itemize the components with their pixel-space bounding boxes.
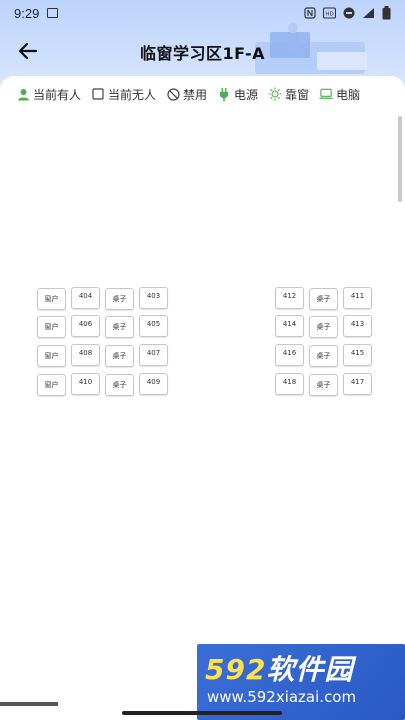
seat-413[interactable]: 413: [343, 315, 372, 337]
page-title: 临窗学习区1F-A: [139, 44, 266, 63]
seat-415[interactable]: 415: [343, 344, 372, 366]
navigation-bar: 临窗学习区1F-A: [0, 32, 405, 70]
desk-cell: 桌子: [309, 374, 338, 396]
status-icons: HD: [304, 6, 391, 20]
seat-403[interactable]: 403: [139, 287, 168, 309]
seat-412[interactable]: 412: [275, 287, 304, 309]
desk-cell: 桌子: [309, 316, 338, 338]
watermark-url: www.592xiazai.com: [207, 688, 357, 706]
desk-cell: 桌子: [105, 288, 134, 310]
watermark-brand-number: 592: [205, 653, 267, 686]
status-time: 9:29: [14, 5, 40, 21]
seat-411[interactable]: 411: [343, 287, 372, 309]
legend-disabled: 禁用: [166, 86, 207, 103]
desk-cell: 桌子: [105, 374, 134, 396]
signal-icon: [363, 8, 374, 18]
seat-408[interactable]: 408: [71, 344, 100, 366]
empty-square-icon: [92, 88, 104, 100]
legend-label: 电脑: [336, 87, 361, 102]
sun-icon: [268, 87, 282, 101]
legend-label: 电源: [234, 87, 259, 102]
seat-map: 窗户 404 桌子 403 窗户 406 桌子 405 窗户 408 桌子 40…: [0, 112, 405, 708]
laptop-icon: [319, 88, 333, 99]
window-cell: 窗户: [37, 288, 66, 310]
ban-icon: [166, 87, 180, 101]
legend-vacant: 当前无人: [91, 86, 156, 103]
dnd-icon: [343, 7, 355, 19]
person-icon: [17, 88, 29, 100]
watermark-brand: 592软件园: [205, 648, 353, 688]
legend-computer: 电脑: [319, 86, 360, 103]
seat-405[interactable]: 405: [139, 315, 168, 337]
legend-window: 靠窗: [268, 86, 309, 103]
status-bar: 9:29 HD: [0, 0, 405, 26]
legend-occupied: 当前有人: [16, 86, 81, 103]
battery-icon: [382, 6, 391, 20]
plug-icon: [220, 87, 229, 101]
legend-label: 当前有人: [33, 87, 82, 102]
seat-legend: 当前有人 当前无人 禁用 电源 靠窗 电脑: [0, 76, 405, 112]
home-indicator[interactable]: [122, 711, 282, 715]
seat-404[interactable]: 404: [71, 287, 100, 309]
legend-label: 当前无人: [108, 87, 157, 102]
site-watermark: 592软件园 www.592xiazai.com: [197, 644, 405, 720]
legend-label: 靠窗: [285, 87, 310, 102]
desk-cell: 桌子: [309, 288, 338, 310]
seat-409[interactable]: 409: [139, 373, 168, 395]
seat-416[interactable]: 416: [275, 344, 304, 366]
desk-cell: 桌子: [105, 316, 134, 338]
seat-406[interactable]: 406: [71, 315, 100, 337]
seat-410[interactable]: 410: [71, 373, 100, 395]
seat-414[interactable]: 414: [275, 315, 304, 337]
window-cell: 窗户: [37, 316, 66, 338]
legend-label: 禁用: [183, 87, 208, 102]
legend-power: 电源: [217, 86, 258, 103]
window-cell: 窗户: [37, 345, 66, 367]
nfc-icon: [304, 7, 316, 19]
seat-407[interactable]: 407: [139, 344, 168, 366]
bottom-edge-bar: [0, 702, 58, 706]
window-cell: 窗户: [37, 374, 66, 396]
seat-417[interactable]: 417: [343, 373, 372, 395]
svg-text:HD: HD: [325, 12, 333, 18]
desk-cell: 桌子: [309, 345, 338, 367]
gallery-notification-icon: [47, 8, 59, 18]
watermark-brand-name: 软件园: [266, 653, 354, 686]
desk-cell: 桌子: [105, 345, 134, 367]
seat-418[interactable]: 418: [275, 373, 304, 395]
hd-icon: HD: [323, 7, 336, 19]
